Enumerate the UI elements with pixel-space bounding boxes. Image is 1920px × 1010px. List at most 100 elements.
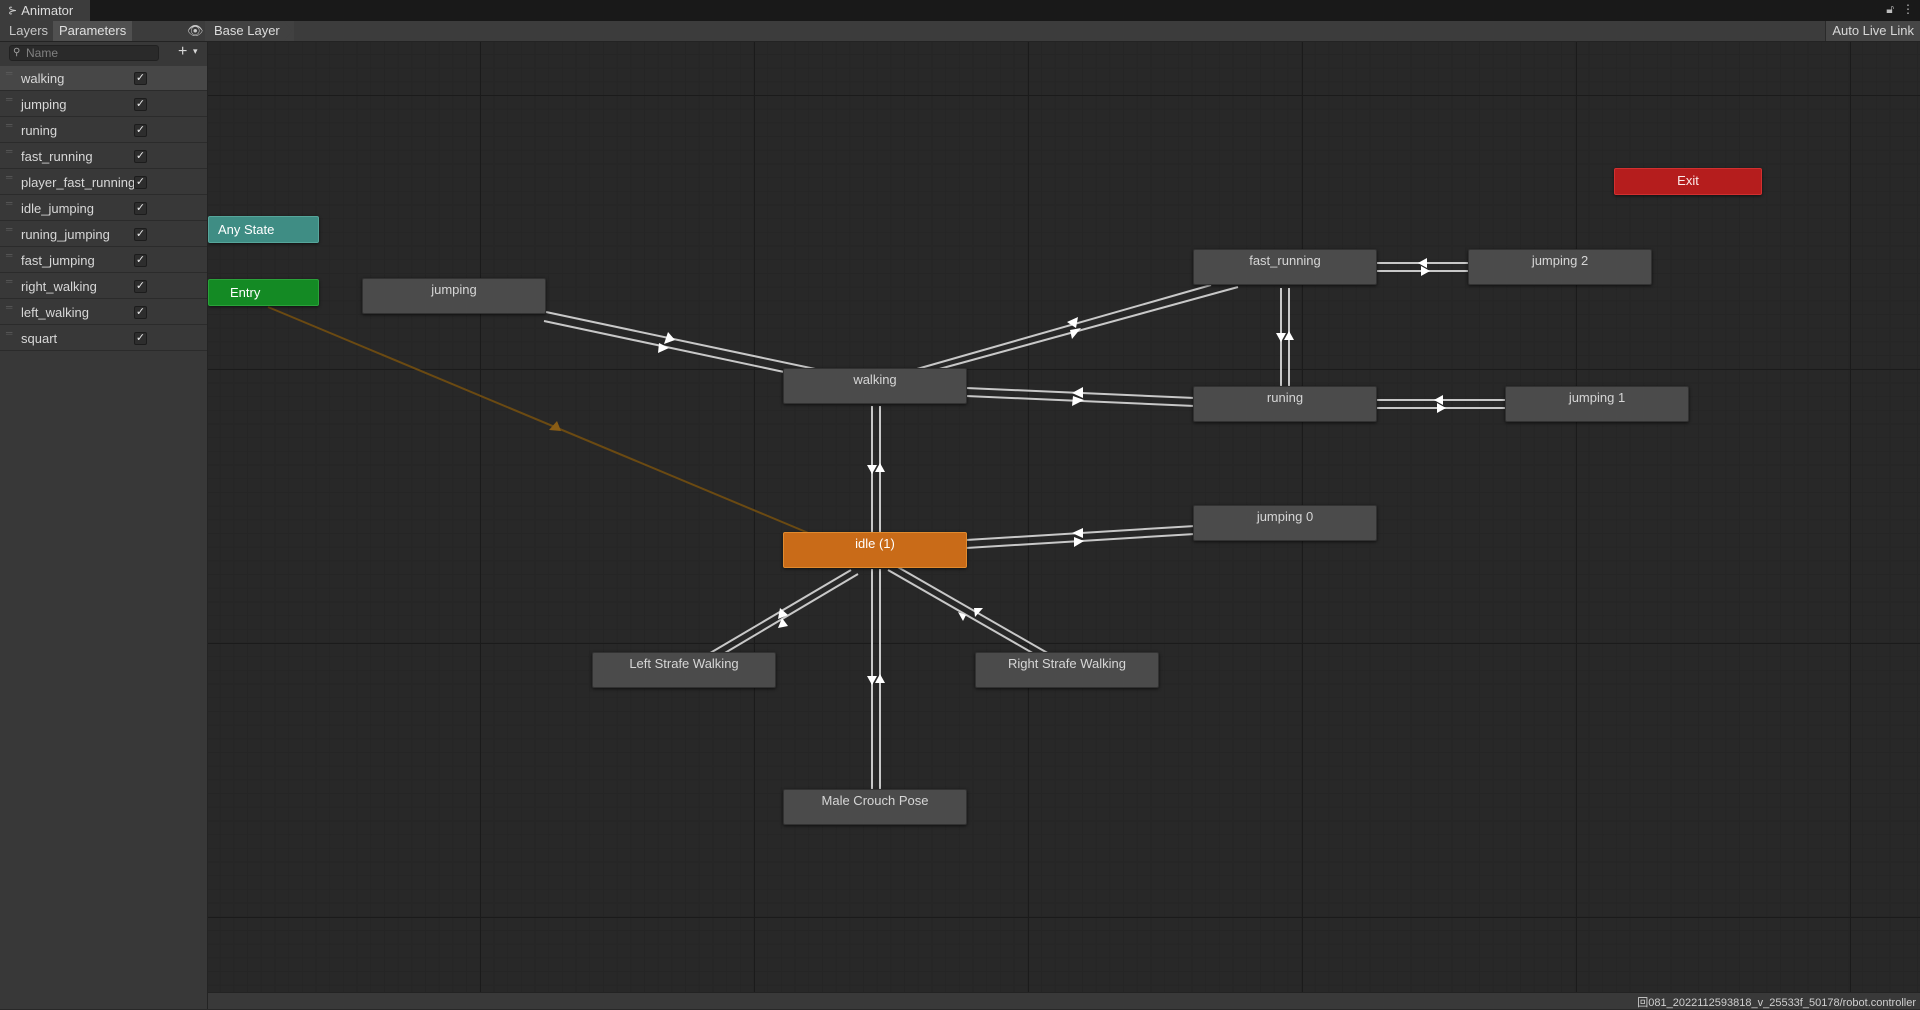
chevron-down-icon[interactable]: ▾ <box>193 46 198 57</box>
plus-icon[interactable]: + <box>178 43 187 61</box>
parameter-row[interactable]: ═ walking ✓ <box>0 66 207 91</box>
drag-handle-icon[interactable]: ═ <box>6 224 12 234</box>
state-left-strafe-walking[interactable]: Left Strafe Walking <box>592 652 776 688</box>
transition-arrow-icon <box>1070 328 1081 339</box>
state-walking[interactable]: walking <box>783 368 967 404</box>
parameter-name[interactable]: runing_jumping <box>21 227 110 242</box>
transition-leftstrafe-idle[interactable] <box>707 573 859 664</box>
transition-jumping-walking[interactable] <box>545 311 821 371</box>
parameter-row[interactable]: ═ fast_jumping ✓ <box>0 248 207 273</box>
parameter-checkbox[interactable]: ✓ <box>134 124 147 137</box>
parameter-row[interactable]: ═ runing_jumping ✓ <box>0 222 207 247</box>
transition-entry-idle[interactable] <box>267 306 819 538</box>
animator-icon: ⊱ <box>8 5 18 17</box>
transition-walking-fastrunning[interactable] <box>909 284 1212 372</box>
window-controls: 🔓︎ ⋮ <box>1886 2 1914 17</box>
parameter-name[interactable]: fast_running <box>21 149 93 164</box>
transition-fastrunning-walking[interactable] <box>920 286 1239 375</box>
tab-layers[interactable]: Layers <box>4 21 53 41</box>
drag-handle-icon[interactable]: ═ <box>6 94 12 104</box>
parameter-name[interactable]: squart <box>21 331 57 346</box>
transition-arrow-icon <box>1421 266 1430 276</box>
drag-handle-icon[interactable]: ═ <box>6 120 12 130</box>
state-right-strafe-walking[interactable]: Right Strafe Walking <box>975 652 1159 688</box>
parameter-row[interactable]: ═ idle_jumping ✓ <box>0 196 207 221</box>
parameter-name[interactable]: runing <box>21 123 57 138</box>
controller-path: 回081_2022112593818_v_25533f_50178/robot.… <box>1637 997 1916 1009</box>
search-icon: ⚲ <box>13 47 21 58</box>
parameter-name[interactable]: jumping <box>21 97 67 112</box>
breadcrumb-arrow <box>284 21 292 41</box>
state-jumping-2[interactable]: jumping 2 <box>1468 249 1652 285</box>
parameters-panel: ⚲ Name + ▾ ═ walking ✓ ═ jumping ✓ ═ runing ✓ … <box>0 42 208 1009</box>
parameter-name[interactable]: player_fast_running <box>21 175 135 190</box>
drag-handle-icon[interactable]: ═ <box>6 276 12 286</box>
search-placeholder: Name <box>26 46 59 60</box>
parameter-checkbox[interactable]: ✓ <box>134 176 147 189</box>
state-idle-default[interactable]: idle (1) <box>783 532 967 568</box>
drag-handle-icon[interactable]: ═ <box>6 68 12 78</box>
drag-handle-icon[interactable]: ═ <box>6 250 12 260</box>
search-input[interactable]: ⚲ Name <box>9 45 159 61</box>
state-entry[interactable]: Entry <box>208 279 319 306</box>
parameter-row[interactable]: ═ jumping ✓ <box>0 92 207 117</box>
transition-arrow-icon <box>1284 331 1294 340</box>
state-any-state[interactable]: Any State <box>208 216 319 243</box>
transition-arrow-icon <box>1434 395 1443 405</box>
state-male-crouch-pose[interactable]: Male Crouch Pose <box>783 789 967 825</box>
transition-arrow-icon <box>875 463 885 472</box>
transition-arrow-icon <box>875 674 885 683</box>
state-machine-graph[interactable]: Any State Entry Exit jumping walking idl… <box>208 42 1920 992</box>
state-jumping-0[interactable]: jumping 0 <box>1193 505 1377 541</box>
drag-handle-icon[interactable]: ═ <box>6 328 12 338</box>
state-runing[interactable]: runing <box>1193 386 1377 422</box>
transition-arrow-icon <box>1074 537 1084 547</box>
parameter-name[interactable]: left_walking <box>21 305 89 320</box>
kebab-menu-icon[interactable]: ⋮ <box>1902 2 1914 17</box>
parameter-name[interactable]: walking <box>21 71 64 86</box>
parameter-checkbox[interactable]: ✓ <box>134 72 147 85</box>
parameter-checkbox[interactable]: ✓ <box>134 332 147 345</box>
animator-tab[interactable]: ⊱ Animator <box>0 0 90 21</box>
transition-arrow-icon <box>658 343 669 353</box>
parameter-row[interactable]: ═ runing ✓ <box>0 118 207 143</box>
parameter-row[interactable]: ═ player_fast_running ✓ <box>0 170 207 195</box>
parameter-row[interactable]: ═ right_walking ✓ <box>0 274 207 299</box>
state-jumping-1[interactable]: jumping 1 <box>1505 386 1689 422</box>
parameter-name[interactable]: right_walking <box>21 279 97 294</box>
parameter-checkbox[interactable]: ✓ <box>134 202 147 215</box>
transition-arrow-icon <box>1418 258 1427 268</box>
parameter-checkbox[interactable]: ✓ <box>134 228 147 241</box>
state-jumping[interactable]: jumping <box>362 278 546 314</box>
auto-live-link-button[interactable]: Auto Live Link <box>1825 21 1920 41</box>
parameter-row[interactable]: ═ left_walking ✓ <box>0 300 207 325</box>
lock-icon[interactable]: 🔓︎ <box>1886 2 1894 17</box>
tab-parameters[interactable]: Parameters <box>53 21 133 41</box>
parameter-row[interactable]: ═ fast_running ✓ <box>0 144 207 169</box>
transition-idle-rightstrafe[interactable] <box>887 569 1044 660</box>
state-fast-running[interactable]: fast_running <box>1193 249 1377 285</box>
parameter-checkbox[interactable]: ✓ <box>134 306 147 319</box>
drag-handle-icon[interactable]: ═ <box>6 302 12 312</box>
parameter-row[interactable]: ═ squart ✓ <box>0 326 207 351</box>
transition-arrow-icon <box>1072 528 1083 538</box>
transition-walking-jumping[interactable] <box>543 320 818 380</box>
parameter-checkbox[interactable]: ✓ <box>134 280 147 293</box>
state-exit[interactable]: Exit <box>1614 168 1762 195</box>
transition-arrow-icon <box>1437 403 1446 413</box>
transition-rightstrafe-idle[interactable] <box>895 565 1052 656</box>
animator-toolbar: Layers Parameters 👁︎ Base Layer Auto Liv… <box>0 21 1920 42</box>
parameter-checkbox[interactable]: ✓ <box>134 150 147 163</box>
eye-icon[interactable]: 👁︎ <box>187 23 204 39</box>
breadcrumb[interactable]: Base Layer <box>205 21 294 41</box>
transition-arrow-icon <box>1276 333 1286 342</box>
drag-handle-icon[interactable]: ═ <box>6 198 12 208</box>
transition-idle-leftstrafe[interactable] <box>699 569 852 660</box>
parameter-name[interactable]: fast_jumping <box>21 253 95 268</box>
transition-arrow-icon <box>867 676 877 685</box>
parameter-checkbox[interactable]: ✓ <box>134 98 147 111</box>
drag-handle-icon[interactable]: ═ <box>6 172 12 182</box>
parameter-name[interactable]: idle_jumping <box>21 201 94 216</box>
drag-handle-icon[interactable]: ═ <box>6 146 12 156</box>
parameter-checkbox[interactable]: ✓ <box>134 254 147 267</box>
